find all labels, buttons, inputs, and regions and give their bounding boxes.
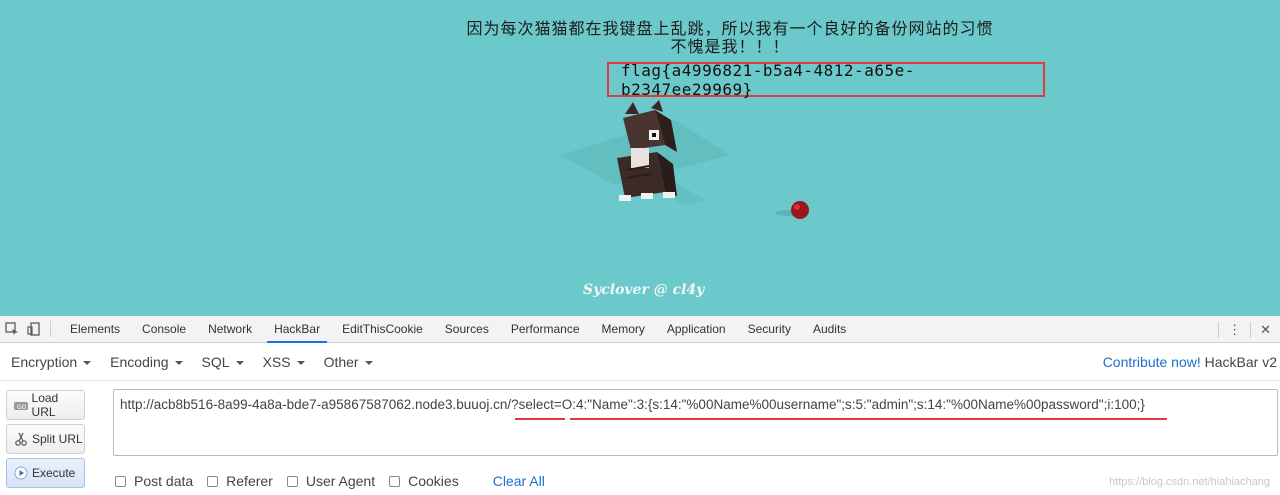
split-url-label: Split URL [32, 432, 83, 446]
clear-all-link[interactable]: Clear All [493, 473, 545, 489]
checkbox-label: Post data [134, 473, 194, 489]
url-textarea[interactable]: http://acb8b516-8a99-4a8a-bde7-a95867587… [113, 389, 1278, 456]
inspect-icon[interactable] [2, 319, 22, 339]
annotation-underline [570, 418, 1167, 420]
checkbox-box [207, 475, 219, 487]
tab-editthiscookie[interactable]: EditThisCookie [331, 316, 434, 343]
menu-encoding[interactable]: Encoding [110, 354, 183, 370]
referer-checkbox[interactable]: Referer [207, 473, 273, 489]
tab-hackbar[interactable]: HackBar [263, 316, 331, 343]
scissors-icon [13, 431, 29, 447]
chevron-down-icon [174, 361, 183, 365]
menu-label: Encoding [110, 354, 169, 370]
hackbar-action-buttons: GO Load URL Split URL Execute [6, 390, 86, 492]
cookies-checkbox[interactable]: Cookies [389, 473, 459, 489]
close-icon[interactable]: ✕ [1251, 322, 1280, 338]
menu-label: SQL [201, 354, 230, 370]
menu-label: Other [323, 354, 359, 370]
webpage-viewport: 因为每次猫猫都在我键盘上乱跳，所以我有一个良好的备份网站的习惯 不愧是我！！！ … [0, 0, 1280, 316]
menu-other[interactable]: Other [324, 354, 373, 370]
more-options-icon[interactable]: ⋮ [1219, 322, 1250, 338]
tab-sources[interactable]: Sources [434, 316, 500, 343]
menu-label: XSS [262, 354, 291, 370]
headline-line-2: 不愧是我！！！ [670, 37, 790, 56]
annotation-underline [515, 418, 565, 420]
checkbox-label: User Agent [305, 473, 376, 489]
contribute-link[interactable]: Contribute now! [1103, 354, 1201, 370]
watermark-text: https://blog.csdn.net/hiahiachang [1109, 476, 1270, 488]
execute-label: Execute [32, 466, 76, 480]
tab-performance[interactable]: Performance [500, 316, 591, 343]
play-icon [13, 465, 29, 481]
tab-elements[interactable]: Elements [59, 316, 131, 343]
tab-audits[interactable]: Audits [802, 316, 857, 343]
load-url-button[interactable]: GO Load URL [6, 390, 85, 420]
tab-application[interactable]: Application [656, 316, 737, 343]
page-headline: 因为每次猫猫都在我键盘上乱跳，所以我有一个良好的备份网站的习惯 不愧是我！！！ [420, 20, 1040, 56]
load-icon: GO [13, 397, 29, 413]
devtools-tab-bar: Elements Console Network HackBar EditThi… [0, 316, 1280, 343]
tab-security[interactable]: Security [737, 316, 802, 343]
headline-line-1: 因为每次猫猫都在我键盘上乱跳，所以我有一个良好的备份网站的习惯 [466, 19, 994, 38]
device-toggle-icon[interactable] [24, 319, 44, 339]
menu-sql[interactable]: SQL [202, 354, 244, 370]
hackbar-menu: Encryption Encoding SQL XSS Other [0, 344, 1280, 381]
hackbar-brand: HackBar v2 [1204, 354, 1277, 370]
page-signature: Syclover @ cl4y [583, 282, 705, 298]
split-url-button[interactable]: Split URL [6, 424, 85, 454]
chevron-down-icon [296, 361, 305, 365]
flag-highlight-box: flag{a4996821-b5a4-4812-a65e-b2347ee2996… [607, 60, 1045, 99]
menu-label: Encryption [11, 354, 78, 370]
checkbox-label: Cookies [408, 473, 459, 489]
execute-button[interactable]: Execute [6, 458, 85, 488]
contribute-area: Contribute now! HackBar v2 [1103, 354, 1277, 370]
tab-memory[interactable]: Memory [591, 316, 656, 343]
svg-text:GO: GO [17, 404, 27, 411]
red-ball-icon [791, 201, 809, 219]
toolbar-divider [50, 321, 51, 337]
checkbox-box [115, 475, 126, 487]
tab-network[interactable]: Network [197, 316, 263, 343]
user-agent-checkbox[interactable]: User Agent [286, 473, 376, 489]
checkbox-label: Referer [226, 473, 273, 489]
chevron-down-icon [364, 361, 373, 365]
menu-encryption[interactable]: Encryption [11, 354, 92, 370]
hackbar-options: Post data Referer User Agent Cookies Cle… [115, 473, 545, 489]
menu-xss[interactable]: XSS [263, 354, 305, 370]
checkbox-box [286, 475, 298, 487]
cat-scene [560, 100, 809, 219]
load-url-label: Load URL [31, 391, 59, 419]
post-data-checkbox[interactable]: Post data [115, 473, 193, 489]
flag-text: flag{a4996821-b5a4-4812-a65e-b2347ee2996… [621, 60, 915, 99]
chevron-down-icon [83, 361, 92, 365]
tab-console[interactable]: Console [131, 316, 197, 343]
chevron-down-icon [235, 361, 244, 365]
checkbox-box [389, 475, 401, 487]
